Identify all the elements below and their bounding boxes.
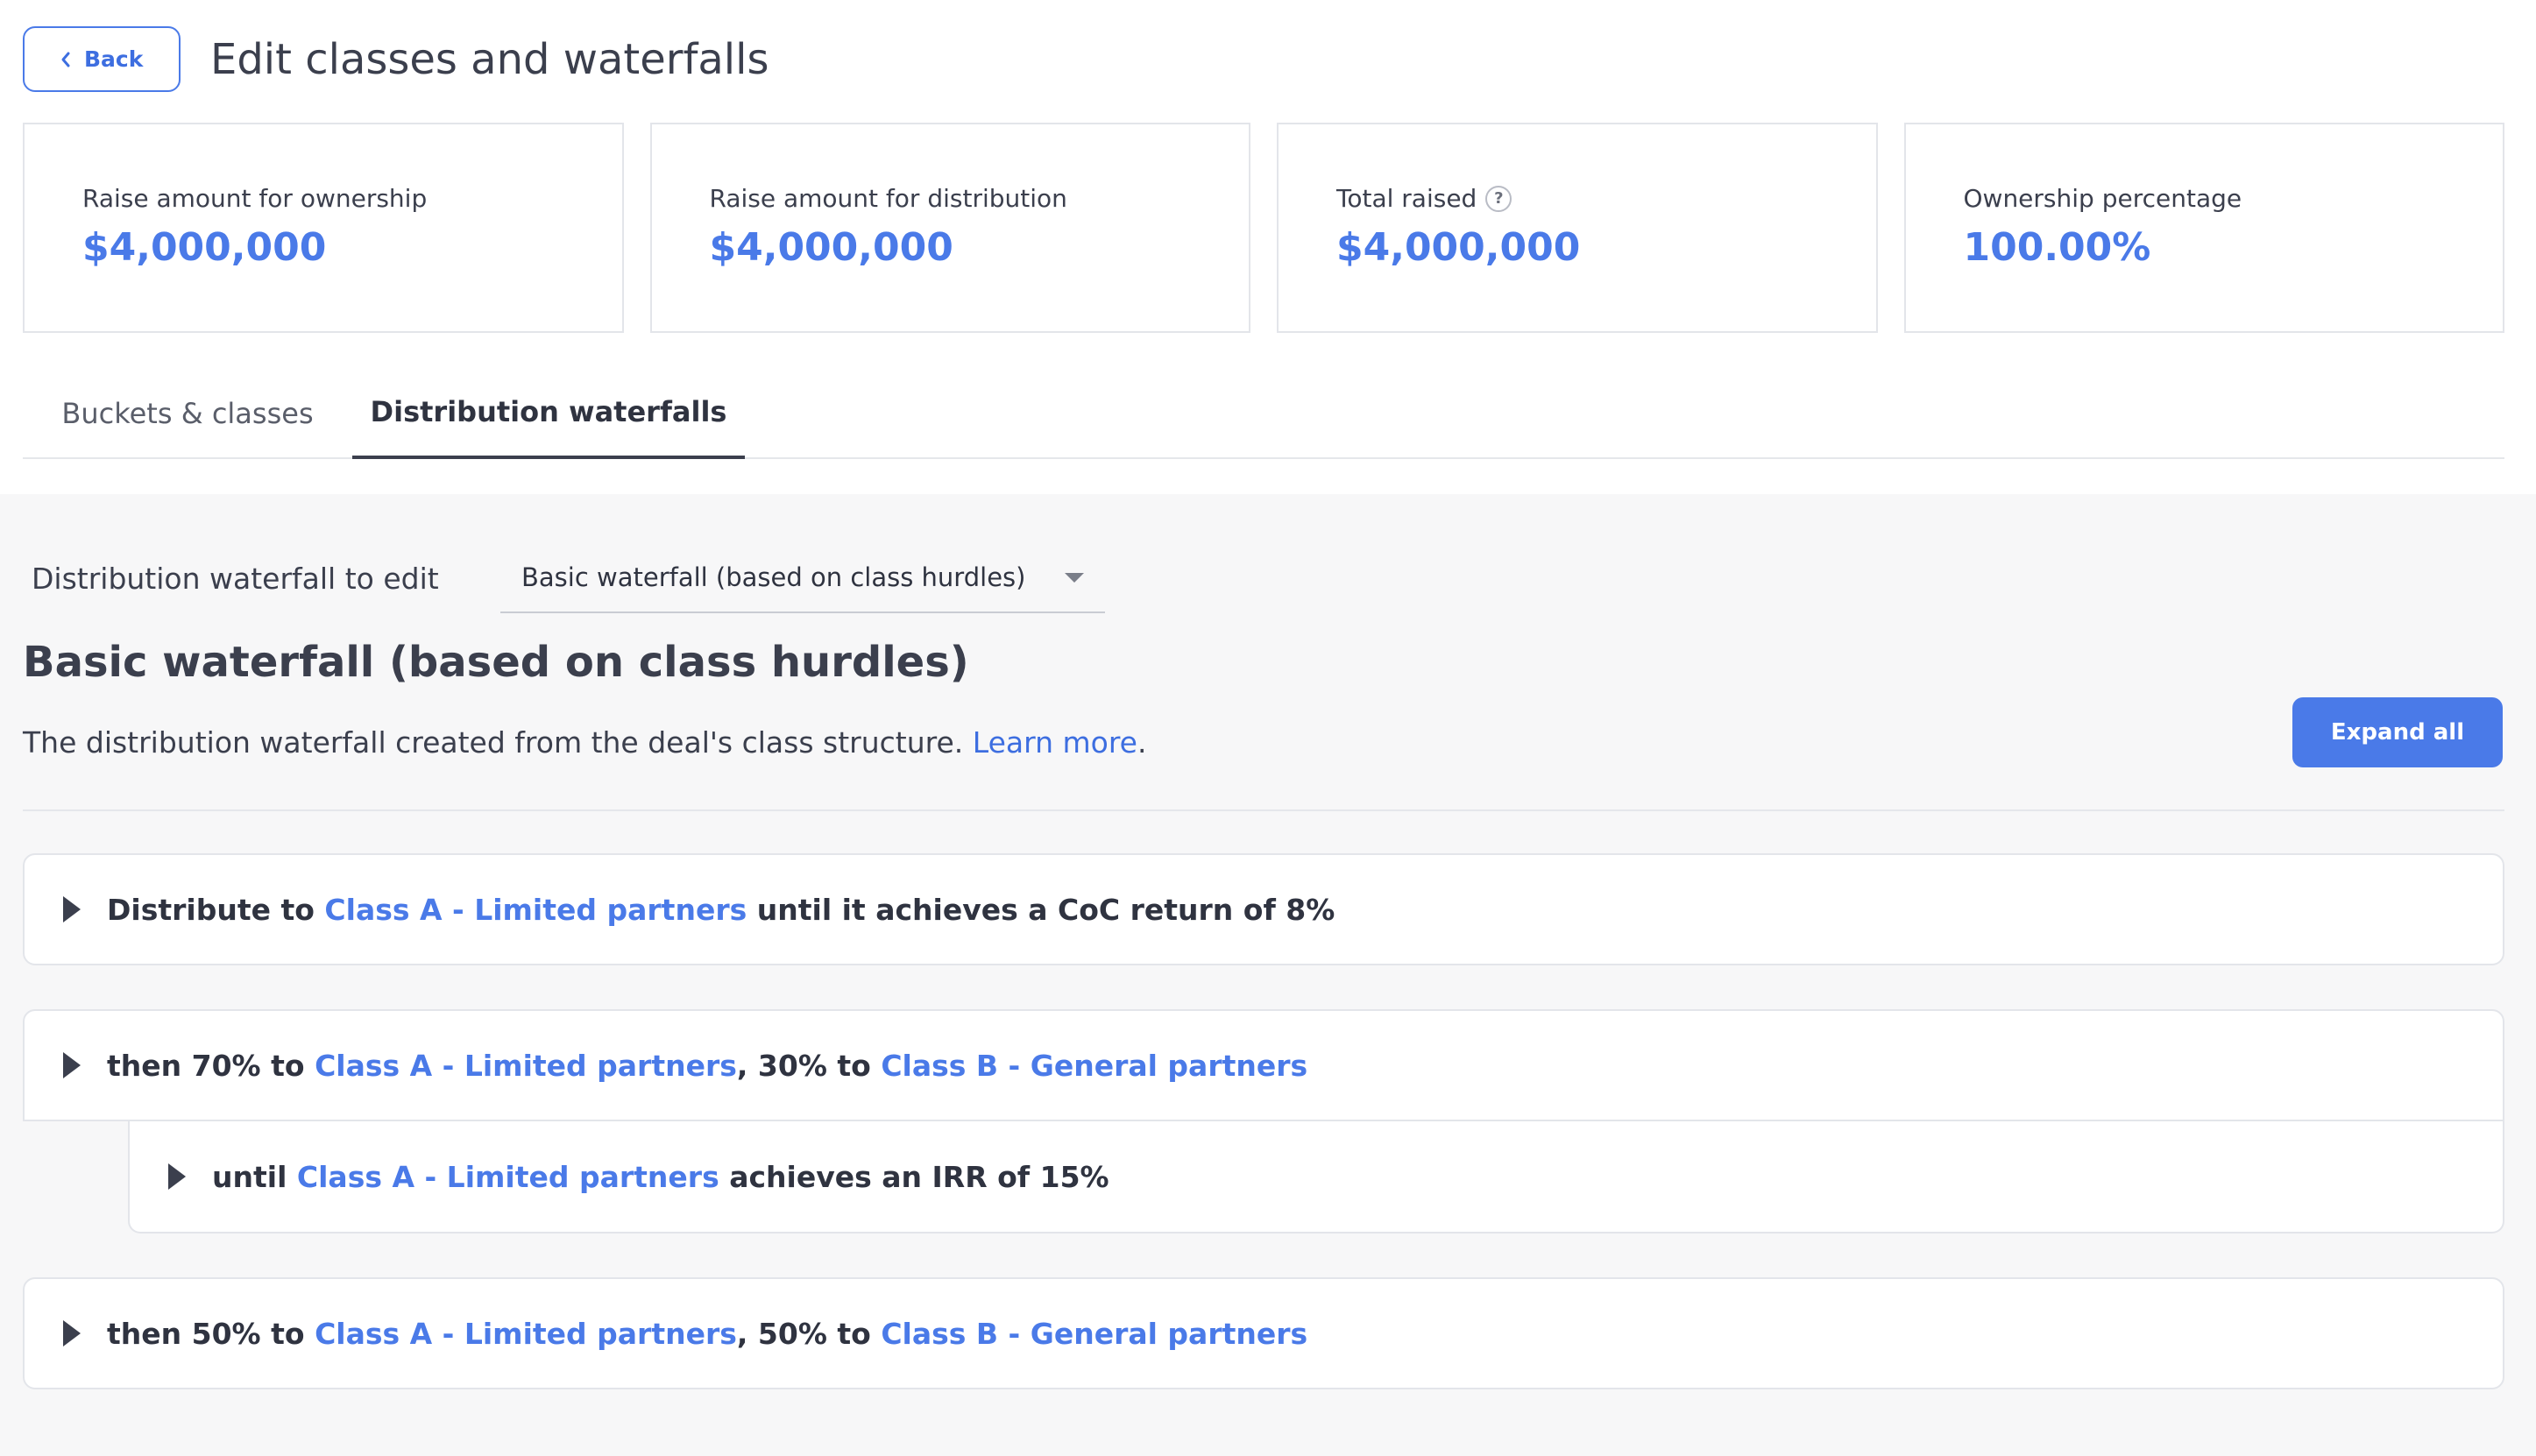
header: Back Edit classes and waterfalls [23, 26, 769, 92]
card-value: 100.00% [1963, 225, 2151, 270]
class-b-link[interactable]: Class B - General partners [881, 1317, 1307, 1351]
tab-bar: Buckets & classes Distribution waterfall… [23, 368, 2504, 459]
card-raise-distribution: Raise amount for distribution $4,000,000 [649, 123, 1250, 333]
caret-down-icon [1065, 572, 1084, 583]
class-a-link[interactable]: Class A - Limited partners [324, 893, 747, 927]
page: Back Edit classes and waterfalls Raise a… [0, 0, 2536, 1456]
step-text: Distribute to [107, 892, 315, 927]
class-a-link[interactable]: Class A - Limited partners [315, 1049, 737, 1083]
waterfall-select[interactable]: Basic waterfall (based on class hurdles) [500, 543, 1105, 613]
caret-right-icon[interactable] [63, 1320, 81, 1346]
waterfall-title: Basic waterfall (based on class hurdles) [23, 638, 969, 687]
class-b-link[interactable]: Class B - General partners [881, 1049, 1307, 1083]
step-text: until it achieves a CoC return of 8% [756, 892, 1335, 927]
card-label: Ownership percentage [1963, 184, 2242, 213]
divider [23, 809, 2504, 811]
waterfall-description-text: The distribution waterfall created from … [23, 725, 964, 760]
description-period: . [1137, 725, 1147, 760]
waterfall-step-1[interactable]: Distribute to Class A - Limited partners… [23, 853, 2504, 965]
caret-right-icon[interactable] [63, 1052, 81, 1078]
question-circle-icon[interactable]: ? [1485, 185, 1512, 212]
step-text: , 50% to [736, 1316, 871, 1351]
waterfall-step-2-hurdle[interactable]: until Class A - Limited partners achieve… [128, 1121, 2504, 1233]
step-text: , 30% to [736, 1048, 871, 1083]
card-value: $4,000,000 [1336, 225, 1581, 270]
card-total-raised: Total raised ? $4,000,000 [1277, 123, 1878, 333]
caret-right-icon[interactable] [63, 896, 81, 922]
caret-right-icon[interactable] [168, 1163, 186, 1190]
waterfall-select-label: Distribution waterfall to edit [32, 561, 439, 596]
card-value: $4,000,000 [709, 225, 953, 270]
waterfall-select-row: Distribution waterfall to edit Basic wat… [32, 543, 1105, 613]
card-raise-ownership: Raise amount for ownership $4,000,000 [23, 123, 624, 333]
chevron-left-icon [61, 52, 70, 67]
step-text: until [212, 1159, 287, 1194]
waterfall-step-3[interactable]: then 50% to Class A - Limited partners, … [23, 1277, 2504, 1389]
card-label: Raise amount for ownership [82, 184, 428, 213]
step-text: achieves an IRR of 15% [729, 1159, 1109, 1194]
back-button-label: Back [84, 46, 144, 72]
waterfall-description: The distribution waterfall created from … [23, 725, 1146, 760]
waterfall-step-2[interactable]: then 70% to Class A - Limited partners, … [23, 1009, 2504, 1121]
page-title: Edit classes and waterfalls [210, 34, 769, 84]
step-text: then 50% to [107, 1316, 305, 1351]
tab-distribution-waterfalls[interactable]: Distribution waterfalls [352, 368, 745, 459]
expand-all-button[interactable]: Expand all [2292, 697, 2503, 767]
tab-buckets-classes[interactable]: Buckets & classes [23, 368, 352, 459]
learn-more-link[interactable]: Learn more [973, 725, 1137, 760]
waterfall-select-value: Basic waterfall (based on class hurdles) [521, 562, 1026, 592]
back-button[interactable]: Back [23, 26, 181, 92]
card-ownership-percentage: Ownership percentage 100.00% [1903, 123, 2504, 333]
class-a-link[interactable]: Class A - Limited partners [315, 1317, 737, 1351]
stat-cards: Raise amount for ownership $4,000,000 Ra… [23, 123, 2504, 333]
card-label: Total raised [1336, 184, 1477, 213]
waterfall-section: Distribution waterfall to edit Basic wat… [0, 494, 2536, 1456]
card-label: Raise amount for distribution [709, 184, 1067, 213]
step-text: then 70% to [107, 1048, 305, 1083]
class-a-link[interactable]: Class A - Limited partners [297, 1160, 719, 1194]
card-value: $4,000,000 [82, 225, 327, 270]
